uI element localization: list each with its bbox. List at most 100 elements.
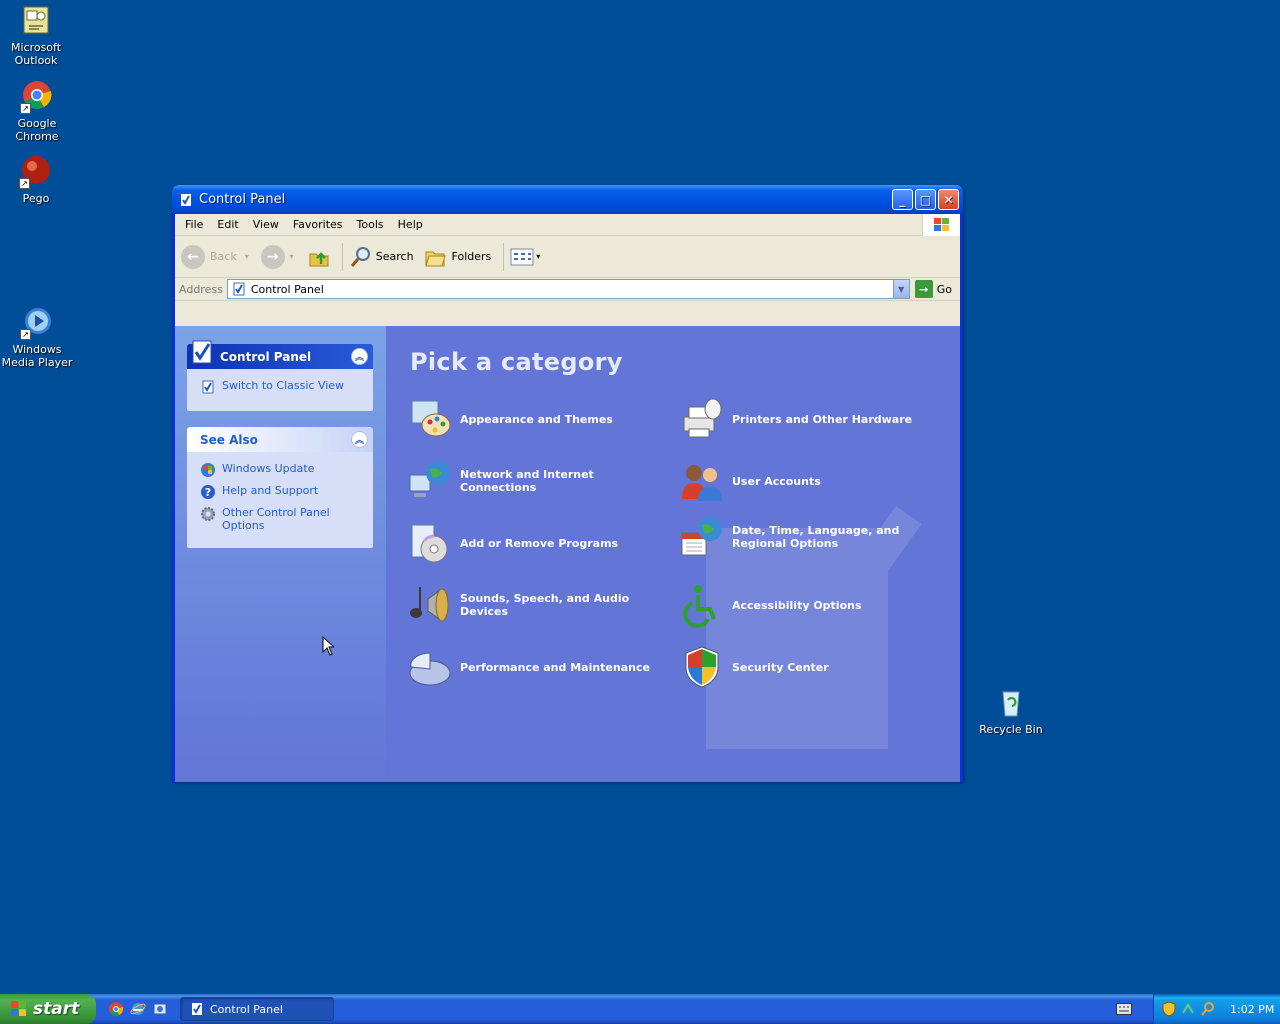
add-remove-programs-icon bbox=[411, 524, 448, 563]
forward-arrow-icon: → bbox=[260, 244, 285, 269]
menu-favorites[interactable]: Favorites bbox=[286, 218, 350, 231]
shortcut-arrow-icon: ↗ bbox=[19, 178, 30, 189]
switch-classic-view-link[interactable]: Switch to Classic View bbox=[200, 379, 365, 395]
system-tray: 1:02 PM bbox=[1153, 994, 1280, 1024]
desktop-icon-label: Pego bbox=[22, 192, 50, 205]
back-button[interactable]: ← Back ▾ bbox=[181, 244, 249, 269]
quick-launch bbox=[108, 1001, 168, 1017]
category-add-remove-programs[interactable]: Add or Remove Programs bbox=[406, 519, 671, 567]
forward-dropdown-icon: ▾ bbox=[289, 252, 294, 261]
menu-view[interactable]: View bbox=[246, 218, 286, 231]
views-dropdown-icon: ▾ bbox=[536, 252, 541, 261]
category-accessibility[interactable]: Accessibility Options bbox=[678, 581, 943, 629]
taskbar-control-panel-button[interactable]: Control Panel bbox=[180, 997, 334, 1021]
category-label: Security Center bbox=[732, 660, 829, 674]
outlook-icon bbox=[19, 4, 53, 38]
collapse-chevron-icon[interactable]: ︽ bbox=[351, 431, 368, 448]
windows-logo-icon bbox=[922, 214, 960, 236]
other-options-link[interactable]: Other Control Panel Options bbox=[200, 506, 365, 532]
folders-button[interactable]: Folders bbox=[424, 246, 491, 268]
close-icon: ✕ bbox=[943, 192, 954, 207]
views-button[interactable]: ▾ bbox=[510, 247, 540, 267]
category-printers-hardware[interactable]: Printers and Other Hardware bbox=[678, 395, 943, 443]
security-shield-icon[interactable] bbox=[1162, 1001, 1176, 1017]
category-label: Performance and Maintenance bbox=[460, 660, 650, 674]
address-dropdown-button[interactable]: ▼ bbox=[892, 280, 909, 298]
desktop-icon-outlook[interactable]: Microsoft Outlook bbox=[0, 4, 74, 67]
category-label: Network and Internet Connections bbox=[460, 468, 594, 494]
menu-help[interactable]: Help bbox=[391, 218, 430, 231]
keyboard-icon[interactable] bbox=[1116, 1003, 1132, 1015]
search-icon bbox=[350, 246, 370, 267]
control-panel-section-header[interactable]: Control Panel ︽ bbox=[187, 340, 373, 369]
category-label: Date, Time, Language, and Regional Optio… bbox=[732, 524, 900, 550]
task-pane: Control Panel ︽ Switch to Classic View S… bbox=[175, 326, 386, 782]
chrome-icon: ↗ bbox=[20, 80, 54, 114]
start-button[interactable]: start bbox=[0, 994, 96, 1024]
forward-button[interactable]: → ▾ bbox=[260, 244, 294, 269]
sounds-speaker-icon bbox=[410, 587, 449, 622]
go-button[interactable]: → Go bbox=[914, 280, 952, 298]
see-also-section-header[interactable]: See Also ︽ bbox=[187, 427, 373, 452]
window-title: Control Panel bbox=[199, 192, 286, 207]
category-label: Sounds, Speech, and Audio Devices bbox=[460, 592, 630, 618]
chrome-icon[interactable] bbox=[108, 1001, 124, 1017]
shortcut-arrow-icon: ↗ bbox=[20, 329, 31, 340]
menu-edit[interactable]: Edit bbox=[210, 218, 245, 231]
control-panel-icon bbox=[233, 282, 245, 296]
outlook-express-icon[interactable] bbox=[152, 1001, 168, 1017]
minimize-button[interactable]: _ bbox=[892, 189, 913, 210]
maximize-button[interactable]: □ bbox=[915, 189, 936, 210]
date-time-globe-icon bbox=[681, 517, 722, 556]
minimize-icon: _ bbox=[899, 192, 906, 207]
desktop-icon-media-player[interactable]: ↗ Windows Media Player bbox=[0, 306, 75, 369]
close-button[interactable]: ✕ bbox=[938, 189, 959, 210]
mouse-cursor-icon bbox=[322, 636, 334, 656]
task-label: Control Panel bbox=[210, 1002, 283, 1016]
up-folder-icon bbox=[309, 251, 329, 266]
category-appearance-themes[interactable]: Appearance and Themes bbox=[406, 395, 671, 443]
up-folder-button[interactable] bbox=[308, 246, 330, 268]
desktop-icon-label: Google Chrome bbox=[15, 117, 59, 143]
pick-category-title: Pick a category bbox=[410, 348, 623, 376]
menu-file[interactable]: File bbox=[178, 218, 210, 231]
help-support-link[interactable]: ? Help and Support bbox=[200, 484, 365, 500]
category-label: Accessibility Options bbox=[732, 598, 862, 612]
section-title: See Also bbox=[200, 432, 258, 447]
desktop-icon-recycle-bin[interactable]: Recycle Bin bbox=[973, 686, 1049, 736]
go-label: Go bbox=[936, 282, 952, 296]
category-date-time-language[interactable]: Date, Time, Language, and Regional Optio… bbox=[678, 513, 943, 561]
desktop-icon-chrome[interactable]: ↗ Google Chrome bbox=[0, 80, 75, 143]
category-label: Printers and Other Hardware bbox=[732, 412, 913, 426]
user-accounts-icon bbox=[682, 465, 722, 501]
toolbar-separator bbox=[341, 242, 343, 271]
category-performance-maintenance[interactable]: Performance and Maintenance bbox=[406, 643, 671, 691]
internet-explorer-icon[interactable] bbox=[130, 1001, 146, 1017]
printer-icon bbox=[683, 398, 722, 438]
windows-update-link[interactable]: Windows Update bbox=[200, 462, 365, 478]
category-user-accounts[interactable]: User Accounts bbox=[678, 457, 943, 505]
collapse-chevron-icon[interactable]: ︽ bbox=[351, 348, 368, 365]
media-player-icon: ↗ bbox=[20, 306, 54, 340]
magnifier-icon[interactable] bbox=[1200, 1001, 1216, 1017]
search-button[interactable]: Search bbox=[349, 245, 414, 269]
title-bar[interactable]: Control Panel _ □ ✕ bbox=[172, 185, 963, 214]
category-security-center[interactable]: Security Center bbox=[678, 643, 943, 691]
windows-update-icon bbox=[201, 463, 215, 477]
address-bar: Address Control Panel ▼ → Go bbox=[175, 278, 960, 301]
control-panel-section: Control Panel ︽ Switch to Classic View bbox=[187, 340, 373, 411]
address-input[interactable]: Control Panel ▼ bbox=[226, 279, 910, 299]
menu-tools[interactable]: Tools bbox=[350, 218, 391, 231]
control-panel-icon bbox=[181, 193, 191, 206]
desktop-icon-label: Microsoft Outlook bbox=[10, 41, 62, 67]
category-label: User Accounts bbox=[732, 474, 821, 488]
taskbar: start Control Panel 1:02 PM bbox=[0, 994, 1280, 1024]
category-sounds-speech-audio[interactable]: Sounds, Speech, and Audio Devices bbox=[406, 581, 671, 629]
category-label: Appearance and Themes bbox=[460, 412, 613, 426]
desktop-icon-pego[interactable]: ↗ Pego bbox=[0, 155, 74, 205]
network-icon[interactable] bbox=[1180, 1001, 1196, 1017]
toolbar-separator bbox=[503, 242, 505, 271]
section-title: Control Panel bbox=[220, 349, 312, 364]
svg-text:?: ? bbox=[205, 486, 211, 499]
category-network-internet[interactable]: Network and Internet Connections bbox=[406, 457, 671, 505]
